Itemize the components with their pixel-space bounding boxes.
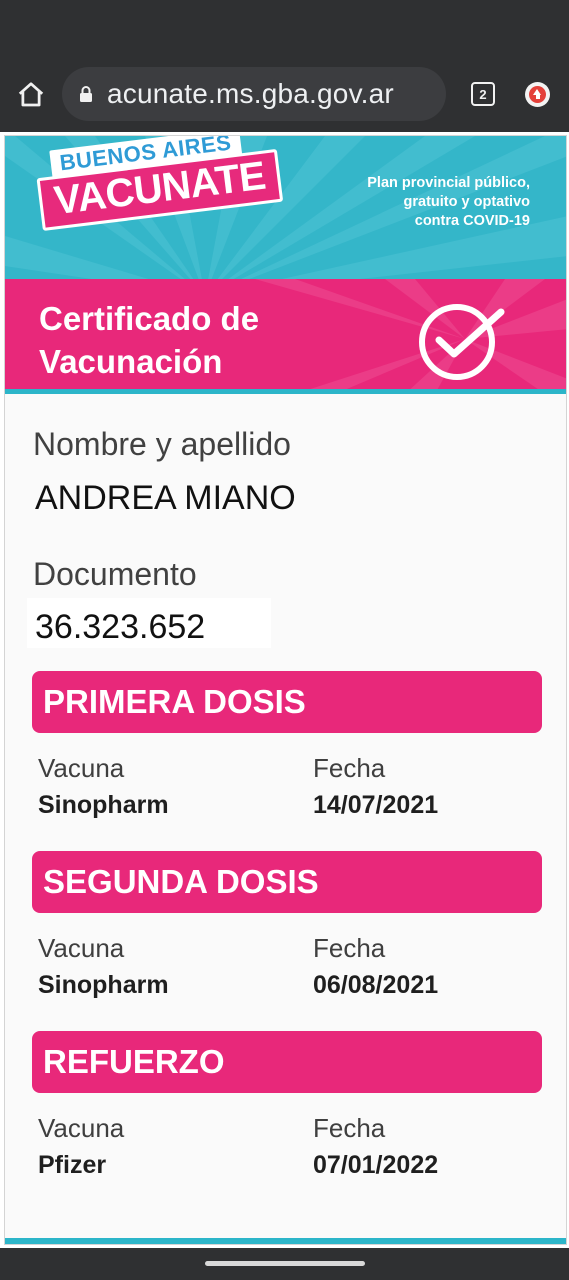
dose-header-segunda: SEGUNDA DOSIS [32,851,542,913]
certificate-header: BUENOS AIRES VACUNATE Plan provincial pú… [5,136,566,279]
certificate-title-band: Certificado de Vacunación [5,279,566,394]
home-button[interactable] [12,76,50,114]
name-value: ANDREA MIANO [35,479,296,517]
date-value: 07/01/2022 [313,1151,439,1179]
address-bar[interactable]: acunate.ms.gba.gov.ar [62,67,446,121]
navigation-bar [0,1248,569,1280]
home-icon [18,82,44,107]
web-page: BUENOS AIRES VACUNATE Plan provincial pú… [0,132,569,1248]
date-label: Fecha [313,1113,386,1143]
dose-header-refuerzo: REFUERZO [32,1031,542,1093]
vaccine-label: Vacuna [38,753,125,783]
dose-header-primera: PRIMERA DOSIS [32,671,542,733]
vaccine-value: Sinopharm [38,791,169,819]
date-value: 14/07/2021 [313,791,439,819]
document-label: Documento [33,556,197,592]
gesture-handle[interactable] [205,1261,365,1266]
checkmark-circle-icon [419,304,505,380]
name-label: Nombre y apellido [33,426,291,462]
update-arrow-icon [529,86,546,103]
vaccine-value: Pfizer [38,1151,107,1179]
date-label: Fecha [313,753,386,783]
vaccine-value: Sinopharm [38,971,169,999]
date-label: Fecha [313,933,386,963]
browser-toolbar: acunate.ms.gba.gov.ar 2 [0,58,569,132]
tab-switcher-button[interactable]: 2 [471,82,495,106]
document-value: 36.323.652 [35,608,206,646]
lock-icon [79,85,93,103]
header-tagline: Plan provincial público, gratuito y opta… [367,175,530,229]
card-bottom-accent [5,1238,566,1244]
date-value: 06/08/2021 [313,971,439,999]
url-text: acunate.ms.gba.gov.ar [107,78,394,109]
vaccination-certificate-card: BUENOS AIRES VACUNATE Plan provincial pú… [4,135,567,1245]
update-chrome-button[interactable] [525,82,550,107]
certificate-title: Certificado de Vacunación [39,300,260,380]
vaccine-label: Vacuna [38,933,125,963]
vaccine-label: Vacuna [38,1113,125,1143]
status-bar [0,0,569,58]
